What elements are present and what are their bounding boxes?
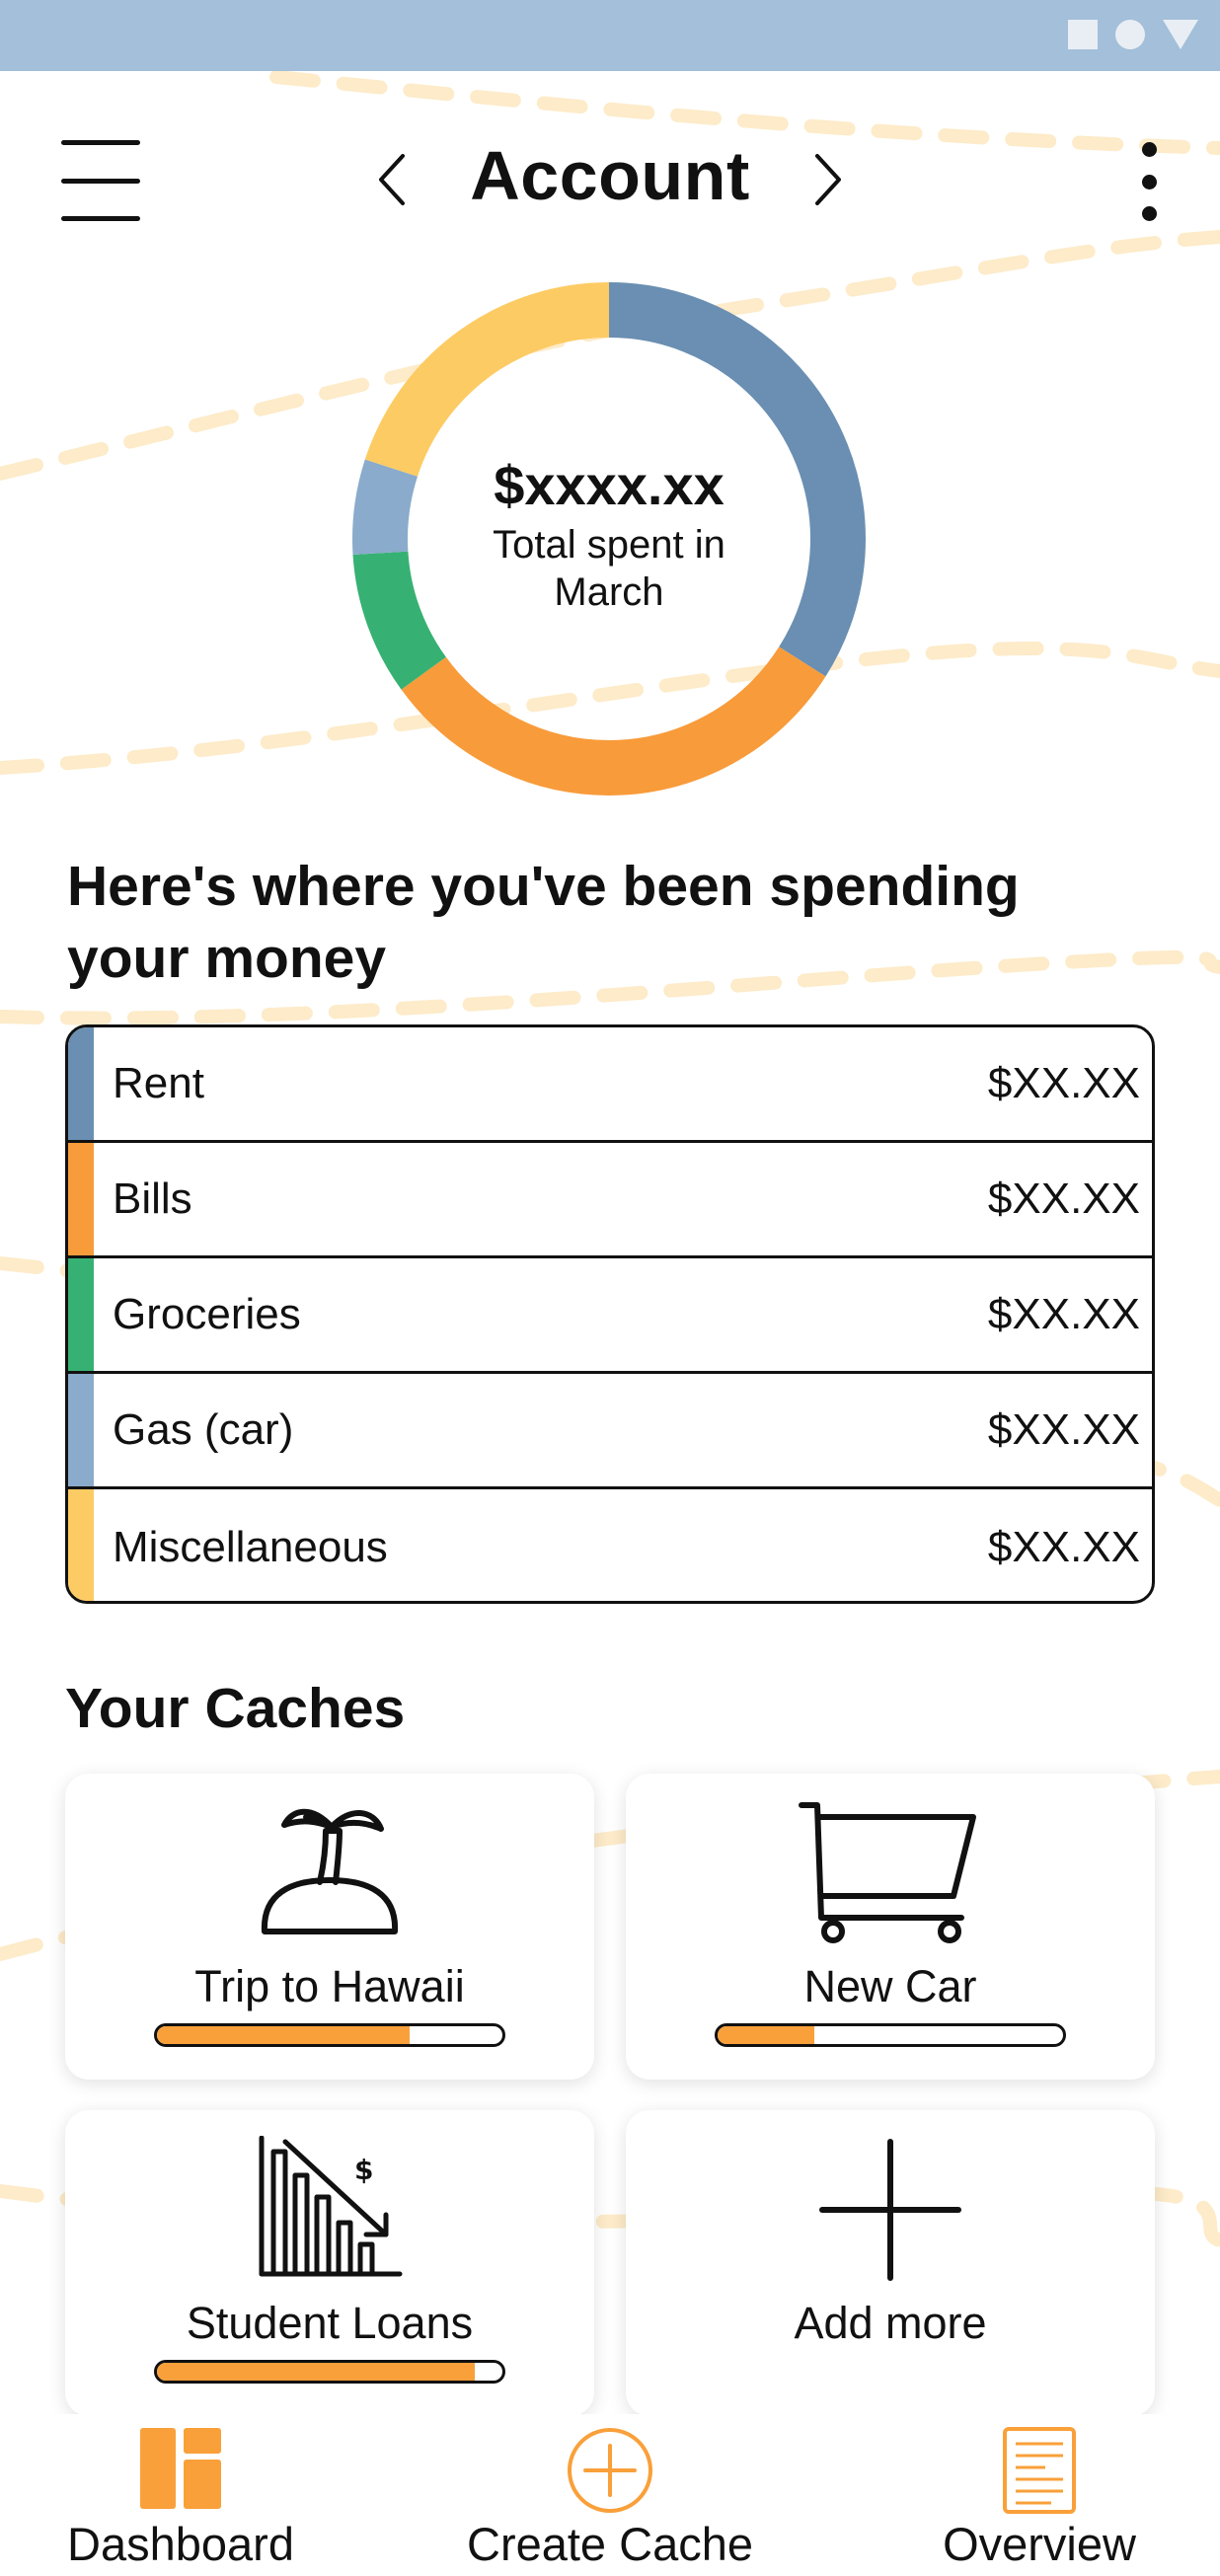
cache-card-student-loans[interactable]: $ Student Loans [65,2110,594,2416]
progress-fill [157,2026,410,2044]
bottom-navigation: Dashboard Create Cache Overview [0,2414,1220,2576]
caches-heading: Your Caches [65,1677,406,1740]
signal-triangle-icon [1163,20,1198,49]
cache-card-new-car[interactable]: New Car [626,1774,1155,2080]
home-circle-icon [1115,20,1145,49]
plus-icon [819,2139,961,2281]
cache-label: Student Loans [186,2298,474,2348]
category-label: Miscellaneous [113,1522,388,1571]
add-circle-icon [568,2428,652,2513]
nav-item-dashboard[interactable]: Dashboard [39,2414,322,2576]
app-header: Account [0,109,1220,257]
category-amount: $XX.XX [987,1174,1140,1223]
category-color-swatch [68,1489,94,1601]
spending-table: Rent $XX.XX Bills $XX.XX Groceries $XX.X… [65,1024,1155,1604]
island-palm-icon [261,1808,399,1934]
document-icon [1003,2427,1076,2514]
category-color-swatch [68,1258,94,1371]
add-more-cache-button[interactable]: Add more [626,2110,1155,2416]
total-spent-amount: $xxxx.xx [494,453,724,516]
table-row[interactable]: Miscellaneous $XX.XX [68,1489,1152,1601]
category-label: Gas (car) [113,1405,294,1454]
nav-item-overview[interactable]: Overview [888,2414,1190,2576]
progress-fill [718,2026,814,2044]
recent-apps-icon [1068,20,1098,49]
category-amount: $XX.XX [987,1522,1140,1571]
shopping-cart-icon [799,1802,976,1943]
cache-label: Add more [794,2298,987,2348]
category-color-swatch [68,1143,94,1255]
table-row[interactable]: Bills $XX.XX [68,1143,1152,1258]
spending-donut-chart: $xxxx.xx Total spent in March [351,281,867,796]
table-row[interactable]: Gas (car) $XX.XX [68,1374,1152,1489]
cache-progress-bar [154,2360,505,2384]
progress-fill [157,2363,475,2381]
table-row[interactable]: Rent $XX.XX [68,1027,1152,1143]
category-label: Rent [113,1059,204,1107]
page-title: Account [470,137,750,214]
cache-label: New Car [803,1961,977,2011]
category-color-swatch [68,1027,94,1140]
cache-card-trip-to-hawaii[interactable]: Trip to Hawaii [65,1774,594,2080]
chevron-left-icon[interactable] [373,150,413,209]
nav-item-create-cache[interactable]: Create Cache [454,2414,766,2576]
total-spent-label: Total spent in March [493,522,725,614]
spending-heading: Here's where you've been spending your m… [67,855,1020,990]
category-amount: $XX.XX [987,1290,1140,1338]
nav-label: Create Cache [467,2518,753,2570]
cache-progress-bar [154,2023,505,2047]
chevron-right-icon[interactable] [807,150,847,209]
category-label: Groceries [113,1290,301,1338]
category-amount: $XX.XX [987,1405,1140,1454]
category-amount: $XX.XX [987,1059,1140,1107]
table-row[interactable]: Groceries $XX.XX [68,1258,1152,1374]
nav-label: Dashboard [67,2518,294,2570]
status-bar [0,0,1220,71]
dashboard-icon [140,2428,221,2509]
category-label: Bills [113,1174,192,1223]
cache-progress-bar [715,2023,1066,2047]
declining-chart-icon: $ [259,2136,403,2277]
category-color-swatch [68,1374,94,1486]
more-options-icon[interactable] [1135,142,1163,221]
svg-text:$: $ [354,2154,373,2186]
menu-icon[interactable] [61,138,140,223]
cache-label: Trip to Hawaii [194,1961,465,2011]
nav-label: Overview [943,2518,1136,2570]
